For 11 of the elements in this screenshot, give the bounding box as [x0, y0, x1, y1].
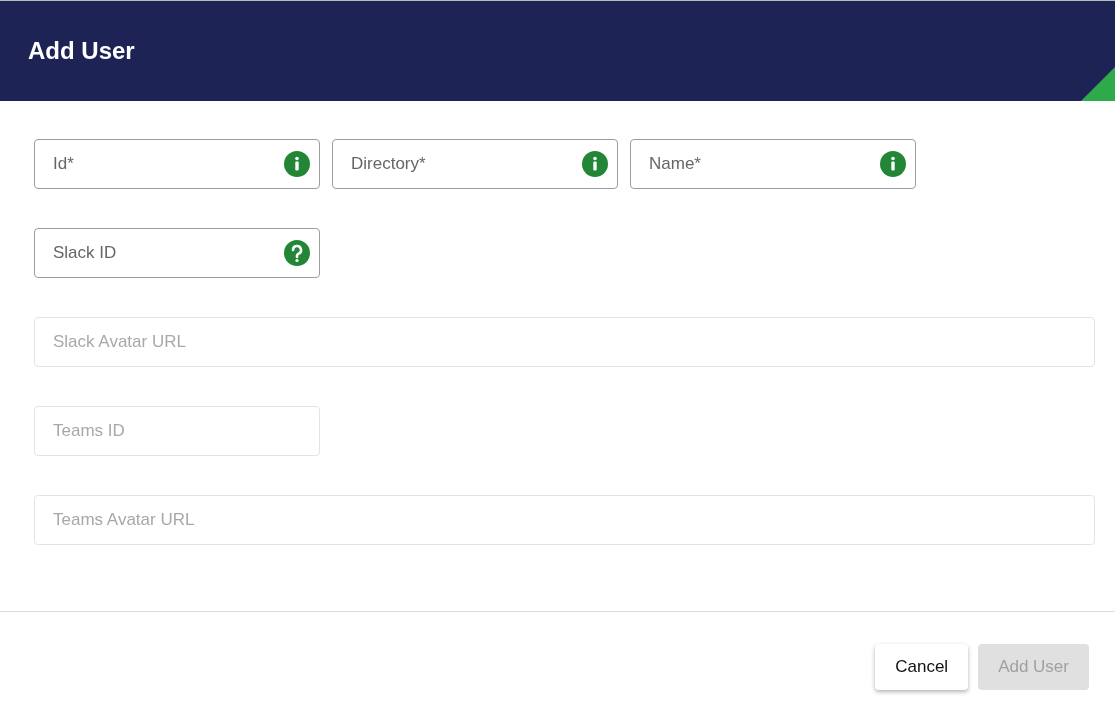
input-field[interactable]: Name* — [630, 139, 916, 189]
corner-triangle-icon — [1081, 67, 1115, 101]
help-icon — [284, 240, 310, 266]
input-field[interactable]: Id* — [34, 139, 320, 189]
info-icon — [284, 151, 310, 177]
info-icon — [582, 151, 608, 177]
input-field[interactable]: Slack ID — [34, 228, 320, 278]
cancel-button[interactable]: Cancel — [875, 644, 969, 690]
input-field[interactable]: Directory* — [332, 139, 618, 189]
info-icon — [880, 151, 906, 177]
dialog-title: Add User — [28, 37, 135, 65]
